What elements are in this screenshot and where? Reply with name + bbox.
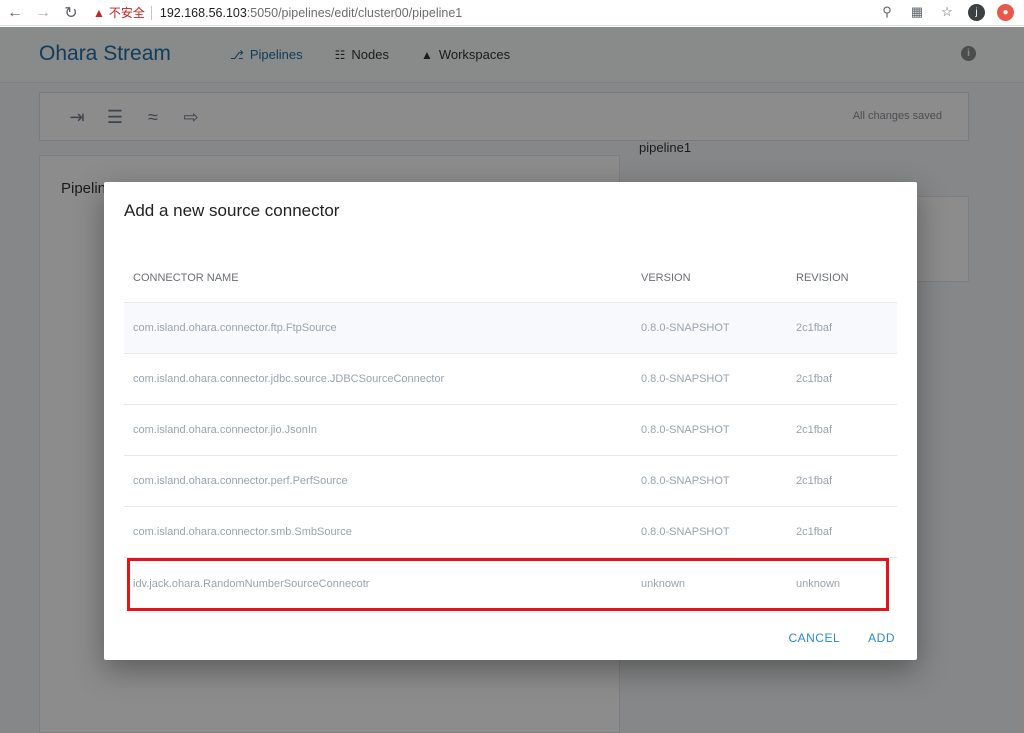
reload-icon[interactable]: ↻	[59, 1, 83, 25]
connector-name: com.island.ohara.connector.smb.SmbSource	[133, 526, 352, 538]
table-row[interactable]: com.island.ohara.connector.smb.SmbSource…	[124, 507, 897, 558]
address-bar[interactable]: ▲ 不安全 192.168.56.103:5050/pipelines/edit…	[93, 4, 462, 21]
connector-revision: 2c1fbaf	[796, 475, 833, 487]
back-arrow-icon[interactable]: ←	[3, 1, 27, 25]
connector-table: CONNECTOR NAME VERSION REVISION com.isla…	[124, 253, 897, 609]
add-source-connector-modal: Add a new source connector CONNECTOR NAM…	[104, 182, 917, 660]
connector-name: com.island.ohara.connector.perf.PerfSour…	[133, 475, 348, 487]
connector-version: 0.8.0-SNAPSHOT	[641, 526, 730, 538]
connector-name: com.island.ohara.connector.jdbc.source.J…	[133, 373, 445, 385]
url-path: :5050/pipelines/edit/cluster00/pipeline1	[246, 5, 463, 20]
translate-icon[interactable]: ▦	[908, 3, 926, 21]
connector-revision: 2c1fbaf	[796, 526, 833, 538]
add-button[interactable]: ADD	[868, 631, 895, 645]
column-header-version: VERSION	[641, 271, 691, 284]
key-icon[interactable]: ⚲	[878, 3, 896, 21]
table-row[interactable]: com.island.ohara.connector.jdbc.source.J…	[124, 354, 897, 405]
connector-name: com.island.ohara.connector.ftp.FtpSource	[133, 322, 337, 334]
table-row[interactable]: com.island.ohara.connector.perf.PerfSour…	[124, 456, 897, 507]
table-header: CONNECTOR NAME VERSION REVISION	[124, 253, 897, 303]
insecure-label: 不安全	[108, 6, 145, 20]
column-header-name: CONNECTOR NAME	[133, 271, 239, 284]
table-row[interactable]: com.island.ohara.connector.jio.JsonIn 0.…	[124, 405, 897, 456]
connector-version: unknown	[641, 577, 686, 590]
connector-name: com.island.ohara.connector.jio.JsonIn	[133, 424, 318, 436]
connector-revision: 2c1fbaf	[796, 373, 833, 385]
modal-actions: CANCEL ADD	[788, 631, 895, 645]
browser-toolbar: ← → ↻ ▲ 不安全 192.168.56.103:5050/pipeline…	[0, 0, 1024, 26]
connector-version: 0.8.0-SNAPSHOT	[641, 373, 730, 385]
table-row[interactable]: com.island.ohara.connector.ftp.FtpSource…	[124, 303, 897, 354]
connector-revision: unknown	[796, 577, 841, 590]
connector-version: 0.8.0-SNAPSHOT	[641, 424, 730, 436]
forward-arrow-icon[interactable]: →	[31, 1, 55, 25]
warning-icon: ▲	[93, 5, 105, 20]
table-row[interactable]: idv.jack.ohara.RandomNumberSourceConneco…	[124, 558, 897, 609]
connector-revision: 2c1fbaf	[796, 424, 833, 436]
connector-version: 0.8.0-SNAPSHOT	[641, 475, 730, 487]
bookmark-star-icon[interactable]: ☆	[938, 3, 956, 21]
profile-avatar[interactable]: j	[968, 3, 985, 21]
extension-icon[interactable]: ●	[997, 3, 1014, 21]
connector-revision: 2c1fbaf	[796, 322, 833, 334]
url-host: 192.168.56.103	[159, 5, 247, 20]
connector-name: idv.jack.ohara.RandomNumberSourceConneco…	[133, 577, 370, 590]
column-header-revision: REVISION	[796, 271, 849, 284]
url-divider	[150, 5, 152, 20]
modal-title: Add a new source connector	[124, 201, 340, 220]
cancel-button[interactable]: CANCEL	[788, 631, 840, 645]
connector-version: 0.8.0-SNAPSHOT	[641, 322, 730, 334]
